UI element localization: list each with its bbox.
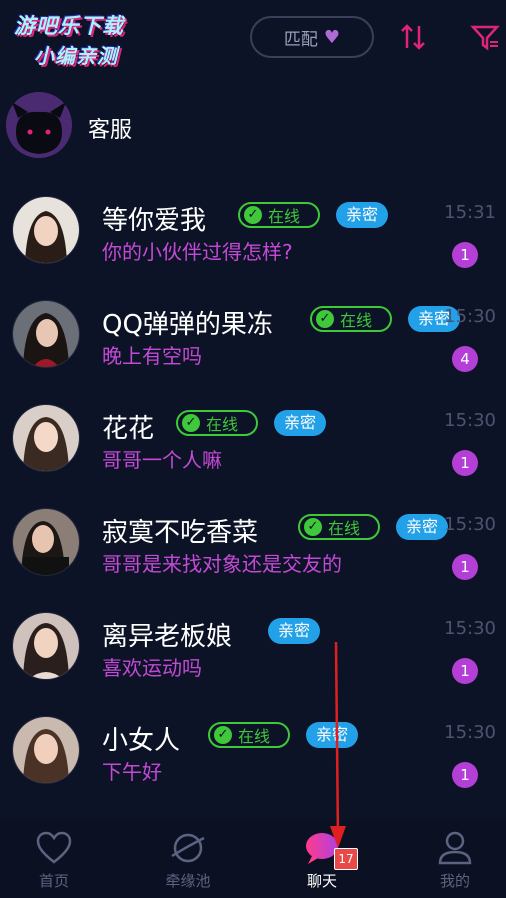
bottom-tab-bar: 首页 牵缘池 聊天 我的 17 [0, 820, 506, 898]
avatar [12, 716, 80, 784]
tab-label: 聊天 [306, 872, 337, 890]
intimate-badge: 亲密 [396, 514, 448, 540]
avatar [12, 508, 80, 576]
chat-row[interactable]: QQ弹弹的果冻 ✓ 在线 亲密 晚上有空吗 15:30 4 [0, 300, 506, 400]
contact-name: 等你爱我 [102, 206, 207, 236]
avatar [12, 196, 80, 264]
online-badge: ✓ 在线 [298, 514, 380, 540]
avatar [12, 404, 80, 472]
check-icon: ✓ [182, 414, 200, 432]
header: 游吧乐下载 小编亲测 匹配 ♥ [0, 0, 506, 80]
check-icon: ✓ [316, 310, 334, 328]
tab-label: 牵缘池 [165, 872, 211, 890]
tab-match-pool[interactable]: 牵缘池 [138, 830, 238, 891]
last-message: 喜欢运动吗 [102, 656, 202, 680]
intimate-badge: 亲密 [274, 410, 326, 436]
planet-icon [171, 833, 205, 863]
last-message: 晚上有空吗 [102, 344, 202, 368]
customer-service-row[interactable]: 客服 [6, 92, 506, 162]
last-message: 哥哥是来找对象还是交友的 [102, 552, 342, 576]
unread-count: 1 [452, 658, 478, 684]
online-badge: ✓ 在线 [176, 410, 258, 436]
chat-row[interactable]: 寂寞不吃香菜 ✓ 在线 亲密 哥哥是来找对象还是交友的 15:30 1 [0, 508, 506, 608]
watermark-logo: 游吧乐下载 小编亲测 [14, 10, 154, 69]
tab-label: 我的 [439, 872, 470, 890]
last-message: 下午好 [102, 760, 162, 784]
check-icon: ✓ [304, 518, 322, 536]
chat-row[interactable]: 小女人 ✓ 在线 亲密 下午好 15:30 1 [0, 716, 506, 816]
contact-name: 小女人 [102, 726, 181, 756]
message-time: 15:31 [444, 202, 496, 223]
contact-name: 花花 [102, 414, 155, 444]
unread-count: 1 [452, 762, 478, 788]
online-badge: ✓ 在线 [238, 202, 320, 228]
person-icon [438, 831, 472, 865]
watermark-line2: 小编亲测 [34, 44, 118, 68]
sort-icon[interactable] [398, 22, 428, 52]
intimate-badge: 亲密 [268, 618, 320, 644]
contact-name: QQ弹弹的果冻 [102, 310, 273, 340]
last-message: 你的小伙伴过得怎样? [102, 240, 293, 264]
chat-row[interactable]: 离异老板娘 亲密 喜欢运动吗 15:30 1 [0, 612, 506, 712]
unread-count: 1 [452, 554, 478, 580]
chat-badge-count: 17 [334, 848, 358, 870]
check-icon: ✓ [244, 206, 262, 224]
intimate-badge: 亲密 [336, 202, 388, 228]
service-name: 客服 [88, 118, 133, 143]
tab-profile[interactable]: 我的 [405, 830, 505, 891]
tab-label: 首页 [38, 872, 69, 890]
online-badge: ✓ 在线 [310, 306, 392, 332]
message-time: 15:30 [444, 618, 496, 639]
chat-row[interactable]: 花花 ✓ 在线 亲密 哥哥一个人嘛 15:30 1 [0, 404, 506, 504]
service-avatar [6, 92, 72, 158]
unread-count: 1 [452, 242, 478, 268]
message-time: 15:30 [444, 410, 496, 431]
last-message: 哥哥一个人嘛 [102, 448, 222, 472]
heart-icon: ♥ [323, 26, 341, 48]
unread-count: 1 [452, 450, 478, 476]
contact-name: 离异老板娘 [102, 622, 233, 652]
online-badge: ✓ 在线 [208, 722, 290, 748]
message-time: 15:30 [444, 722, 496, 743]
avatar [12, 612, 80, 680]
match-button[interactable]: 匹配 ♥ [250, 16, 374, 58]
contact-name: 寂寞不吃香菜 [102, 518, 259, 548]
intimate-badge: 亲密 [306, 722, 358, 748]
chat-row[interactable]: 等你爱我 ✓ 在线 亲密 你的小伙伴过得怎样? 15:31 1 [0, 196, 506, 296]
avatar [12, 300, 80, 368]
filter-icon[interactable] [470, 22, 500, 52]
message-time: 15:30 [444, 306, 496, 327]
match-label: 匹配 [283, 29, 318, 50]
heart-outline-icon [36, 831, 72, 864]
check-icon: ✓ [214, 726, 232, 744]
watermark-line1: 游吧乐下载 [14, 14, 124, 38]
message-time: 15:30 [444, 514, 496, 535]
tab-home[interactable]: 首页 [4, 830, 104, 891]
unread-count: 4 [452, 346, 478, 372]
